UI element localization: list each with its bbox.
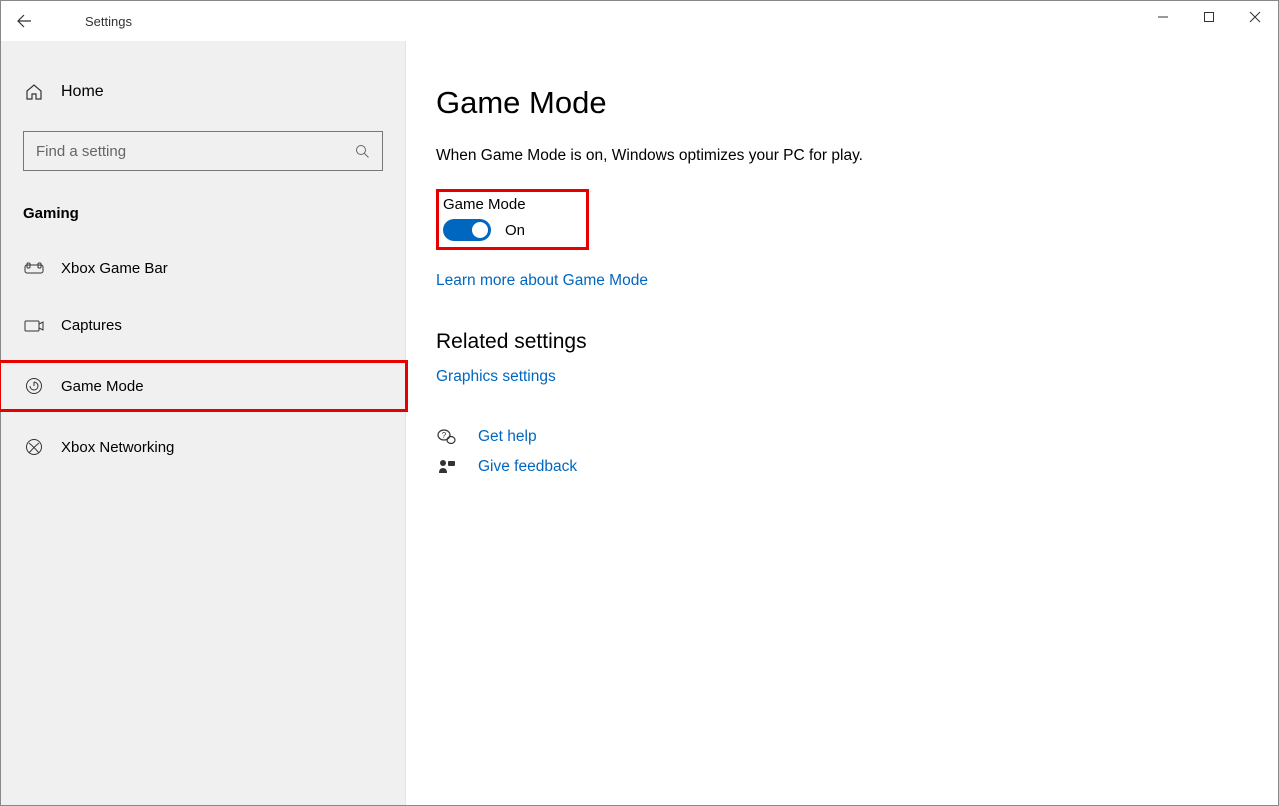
titlebar: Settings (1, 1, 1278, 41)
arrow-left-icon (16, 13, 32, 29)
game-mode-toggle[interactable] (443, 219, 491, 241)
give-feedback-row[interactable]: Give feedback (436, 458, 1278, 476)
minimize-icon (1157, 11, 1169, 23)
window-controls (1140, 1, 1278, 33)
gamemode-icon (23, 377, 45, 395)
toggle-label: Game Mode (439, 196, 526, 213)
learn-more-link[interactable]: Learn more about Game Mode (436, 272, 648, 290)
page-title: Game Mode (436, 85, 1278, 121)
sidebar-item-captures[interactable]: Captures (1, 303, 405, 348)
sidebar-item-label: Xbox Networking (61, 439, 174, 456)
svg-text:?: ? (442, 431, 447, 440)
gamebar-icon (23, 262, 45, 276)
home-label: Home (61, 83, 104, 101)
search-icon (354, 144, 370, 159)
give-feedback-link[interactable]: Give feedback (478, 458, 577, 476)
toggle-state: On (505, 222, 525, 239)
sidebar: Home Gaming Xbox Game Bar Captures (1, 41, 406, 805)
search-input[interactable] (36, 143, 354, 160)
maximize-icon (1203, 11, 1215, 23)
related-settings-header: Related settings (436, 330, 1278, 354)
sidebar-item-label: Captures (61, 317, 122, 334)
close-icon (1249, 11, 1261, 23)
main-content: Game Mode When Game Mode is on, Windows … (406, 41, 1278, 805)
toggle-knob-icon (472, 222, 488, 238)
app-title: Settings (85, 14, 132, 29)
maximize-button[interactable] (1186, 1, 1232, 33)
sidebar-item-xbox-game-bar[interactable]: Xbox Game Bar (1, 246, 405, 291)
sidebar-item-game-mode[interactable]: Game Mode (0, 360, 408, 412)
close-button[interactable] (1232, 1, 1278, 33)
back-button[interactable] (1, 1, 47, 41)
get-help-row[interactable]: ? Get help (436, 428, 1278, 446)
section-header: Gaming (1, 189, 405, 234)
graphics-settings-link[interactable]: Graphics settings (436, 368, 556, 386)
xbox-icon (23, 438, 45, 456)
minimize-button[interactable] (1140, 1, 1186, 33)
home-nav[interactable]: Home (1, 71, 405, 113)
sidebar-item-label: Game Mode (61, 378, 144, 395)
page-description: When Game Mode is on, Windows optimizes … (436, 147, 1278, 165)
sidebar-item-label: Xbox Game Bar (61, 260, 168, 277)
get-help-link[interactable]: Get help (478, 428, 537, 446)
captures-icon (23, 318, 45, 334)
help-icon: ? (436, 428, 458, 446)
game-mode-toggle-block: Game Mode On (436, 189, 589, 250)
home-icon (23, 83, 45, 101)
search-box[interactable] (23, 131, 383, 171)
feedback-icon (436, 458, 458, 476)
sidebar-item-xbox-networking[interactable]: Xbox Networking (1, 424, 405, 470)
